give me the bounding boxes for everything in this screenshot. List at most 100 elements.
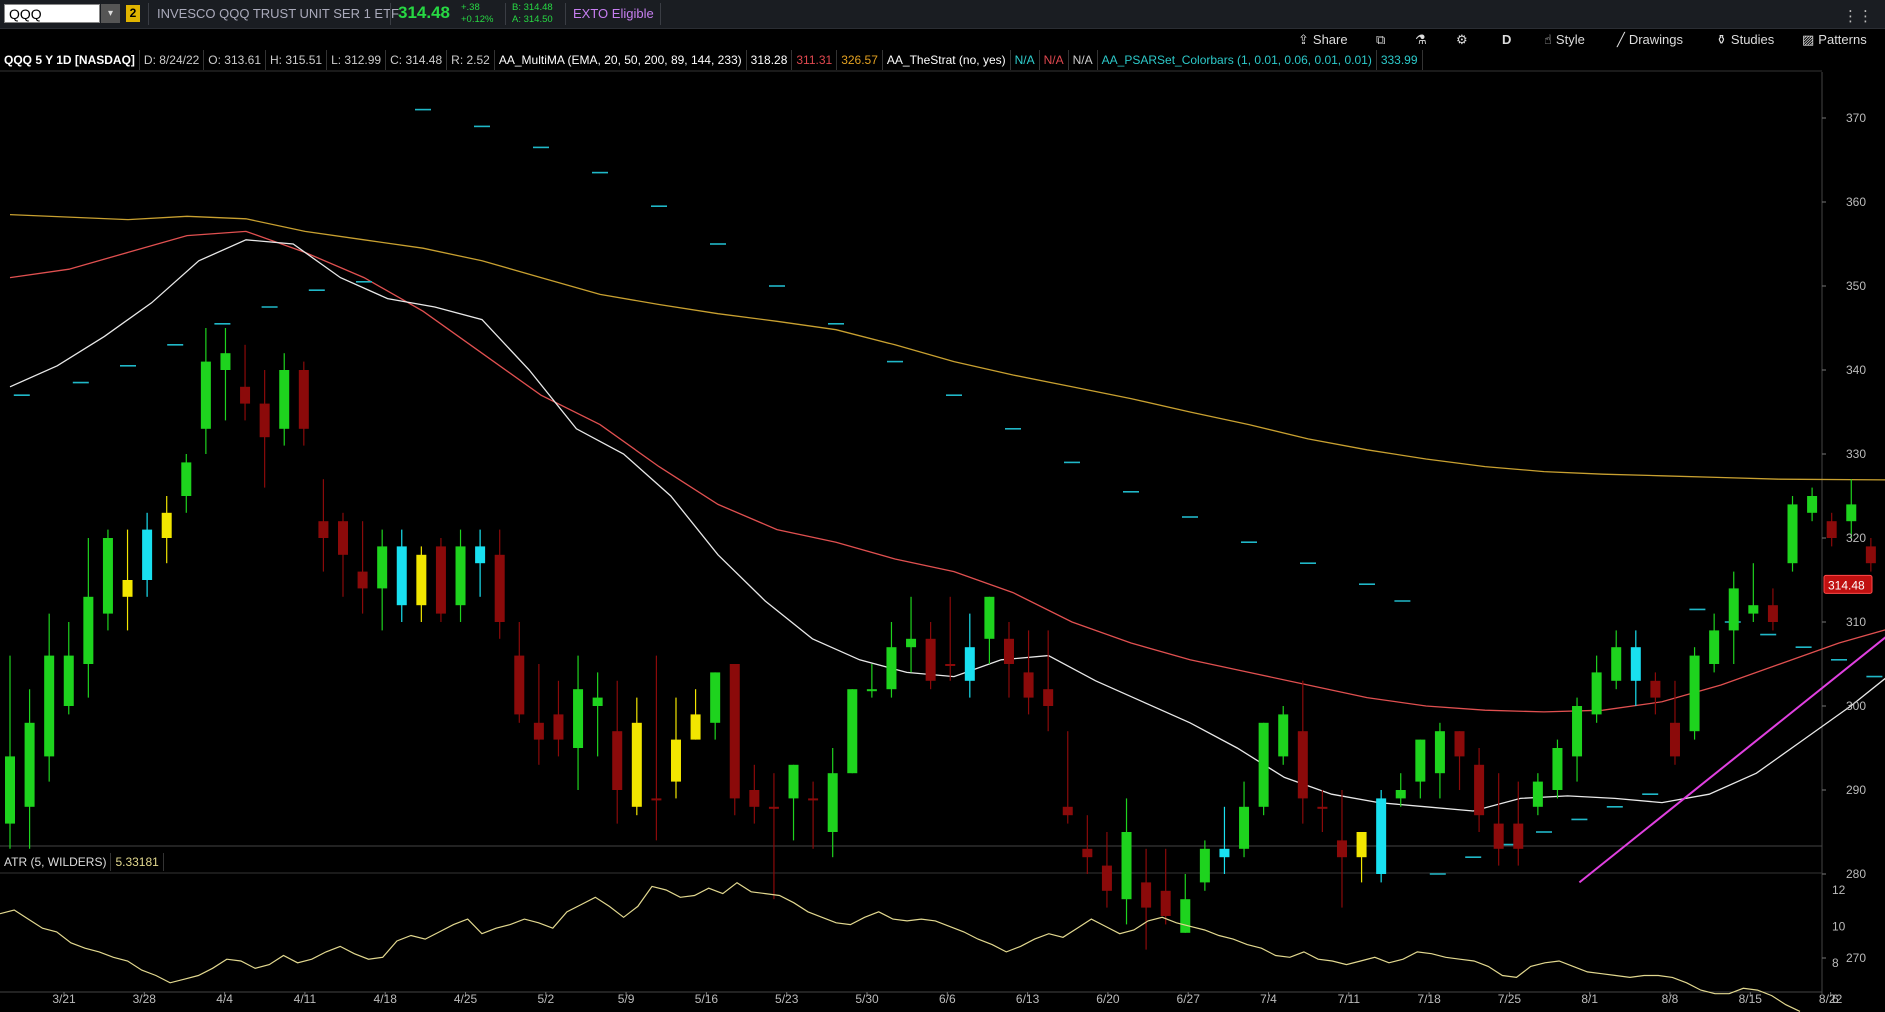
candle-body	[1846, 504, 1857, 522]
atr-tick-label: 10	[1832, 919, 1846, 933]
candle-body	[63, 655, 74, 706]
candle-body	[573, 689, 584, 748]
candle-body	[259, 403, 270, 438]
candle-body	[44, 655, 55, 757]
candle-body	[729, 664, 740, 799]
date-tick-label: 4/25	[454, 992, 478, 1006]
date-tick-label: 6/20	[1096, 992, 1120, 1006]
candle-body	[455, 546, 466, 606]
date-tick-label: 5/23	[775, 992, 799, 1006]
bar-close: C: 314.48	[386, 50, 448, 70]
candle-body	[788, 764, 799, 799]
candle-body	[337, 521, 348, 555]
candle-body	[1356, 832, 1367, 858]
candle-body	[200, 361, 211, 429]
last-price-marker-label: 314.48	[1828, 578, 1865, 592]
candle-body	[1807, 496, 1818, 513]
candle-body	[1297, 731, 1308, 799]
candle-body	[1630, 647, 1641, 681]
candle-body	[1787, 504, 1798, 564]
chart-title[interactable]: QQQ 5 Y 1D [NASDAQ]	[0, 50, 140, 70]
bar-range: R: 2.52	[447, 50, 495, 70]
candle-body	[1474, 764, 1485, 816]
candle-body	[1572, 706, 1583, 757]
candle-body	[670, 739, 681, 782]
candle-body	[1650, 680, 1661, 698]
date-tick-label: 5/2	[537, 992, 554, 1006]
candle-body	[1160, 890, 1171, 916]
price-tick-label: 370	[1846, 111, 1866, 125]
ema-50-line	[9, 230, 1885, 713]
date-tick-label: 3/21	[52, 992, 76, 1006]
price-chart[interactable]: 370360350340330320310300290280270314.48 …	[0, 0, 1885, 1012]
candle-body	[1043, 689, 1054, 706]
candle-body	[768, 806, 779, 809]
price-tick-label: 270	[1846, 951, 1866, 965]
ema-20-line	[9, 239, 1885, 812]
candle-body	[533, 722, 544, 740]
candle-body	[1121, 832, 1132, 900]
date-tick-label: 8/1	[1581, 992, 1598, 1006]
candle-body	[886, 647, 897, 690]
candle-body	[1709, 630, 1720, 664]
candle-body	[1003, 638, 1014, 664]
candle-body	[1239, 806, 1250, 849]
candle-body	[240, 386, 251, 404]
price-tick-label: 300	[1846, 699, 1866, 713]
bar-low: L: 312.99	[327, 50, 387, 70]
date-tick-label: 7/18	[1417, 992, 1441, 1006]
atr-study-label[interactable]: ATR (5, WILDERS)	[0, 853, 112, 871]
candle-body	[377, 546, 388, 589]
candle-body	[1376, 798, 1387, 874]
candle-body	[5, 756, 15, 824]
candle-body	[1062, 806, 1073, 816]
candle-body	[1591, 672, 1602, 715]
candle-body	[866, 689, 877, 692]
date-tick-label: 7/25	[1498, 992, 1522, 1006]
candle-body	[612, 731, 623, 790]
candle-body	[1728, 588, 1739, 631]
multima-value-2: 311.31	[792, 50, 838, 70]
study-legend: QQQ 5 Y 1D [NASDAQ] D: 8/24/22 O: 313.61 H:…	[0, 50, 1480, 70]
candle-body	[475, 546, 486, 564]
multima-study-label[interactable]: AA_MultiMA (EMA, 20, 50, 200, 89, 144, 2…	[495, 50, 747, 70]
candle-body	[1865, 546, 1876, 564]
price-tick-label: 310	[1846, 615, 1866, 629]
candle-body	[161, 512, 172, 538]
candle-body	[808, 798, 819, 801]
date-tick-label: 6/13	[1016, 992, 1040, 1006]
candle-body	[318, 521, 329, 538]
candle-body	[945, 664, 956, 666]
date-tick-label: 5/30	[855, 992, 879, 1006]
candle-body	[1219, 848, 1230, 858]
candle-body	[220, 353, 231, 370]
candle-body	[396, 546, 407, 606]
ema-200-line	[9, 213, 1885, 481]
atr-tick-label: 8	[1832, 956, 1839, 970]
date-tick-label: 4/11	[294, 992, 317, 1006]
date-tick-label: 4/18	[374, 992, 398, 1006]
candle-body	[514, 655, 525, 715]
psar-study-label[interactable]: AA_PSARSet_Colorbars (1, 0.01, 0.06, 0.0…	[1098, 50, 1377, 70]
atr-value: 5.33181	[111, 853, 164, 871]
atr-tick-label: 12	[1832, 883, 1846, 897]
thestrat-study-label[interactable]: AA_TheStrat (no, yes)	[883, 50, 1011, 70]
multima-value-3: 326.57	[837, 50, 883, 70]
candle-body	[1180, 899, 1191, 933]
candle-body	[1689, 655, 1700, 732]
candle-body	[435, 546, 446, 614]
candle-body	[847, 689, 858, 774]
candle-body	[1513, 823, 1524, 849]
price-tick-label: 350	[1846, 279, 1866, 293]
candle-body	[494, 554, 505, 622]
candle-body	[827, 773, 838, 832]
bar-date: D: 8/24/22	[140, 50, 205, 70]
price-tick-label: 340	[1846, 363, 1866, 377]
candle-body	[122, 580, 133, 597]
candle-body	[984, 596, 995, 639]
candle-body	[1552, 748, 1563, 790]
candle-body	[24, 722, 35, 807]
date-tick-label: 8/15	[1739, 992, 1763, 1006]
candle-body	[142, 529, 153, 580]
candle-body	[357, 571, 368, 589]
